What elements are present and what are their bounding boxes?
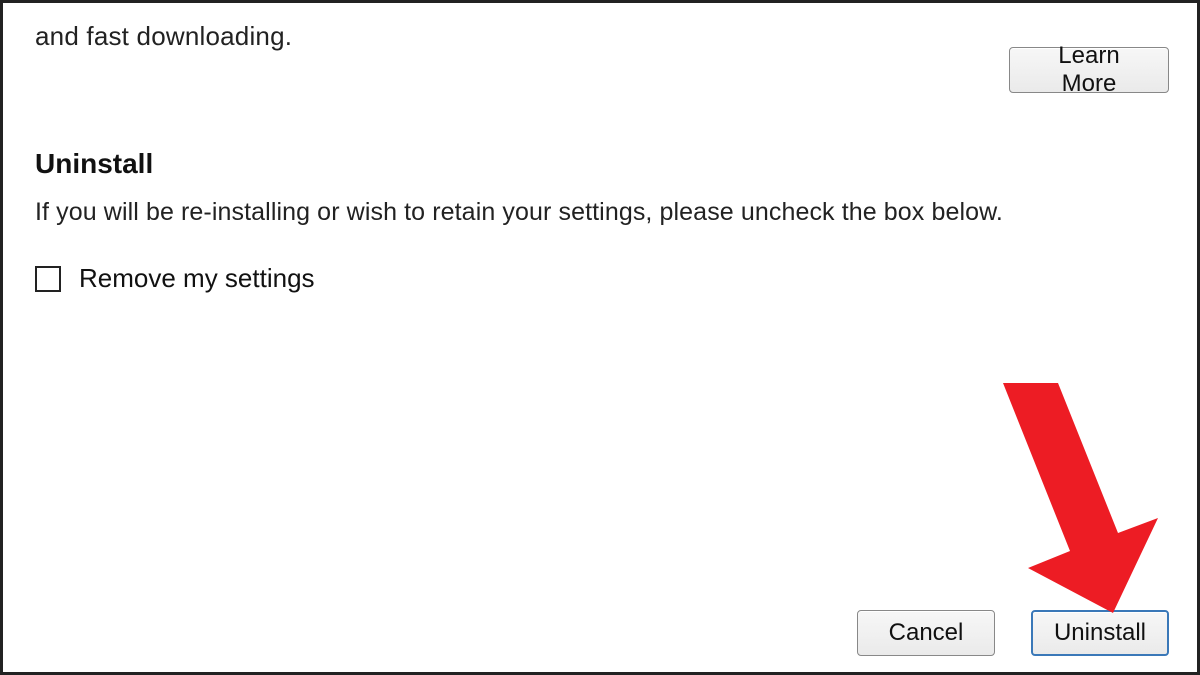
- dialog-button-bar: Cancel Uninstall: [857, 610, 1169, 656]
- instruction-arrow-icon: [963, 383, 1183, 628]
- learn-more-row: Learn More: [1009, 47, 1169, 93]
- description-fragment: and fast downloading.: [35, 21, 1169, 52]
- uninstall-button[interactable]: Uninstall: [1031, 610, 1169, 656]
- remove-settings-row: Remove my settings: [35, 263, 1169, 294]
- remove-settings-label[interactable]: Remove my settings: [79, 263, 315, 294]
- uninstall-instruction: If you will be re-installing or wish to …: [35, 198, 1169, 227]
- uninstall-dialog-window: and fast downloading. Learn More Uninsta…: [0, 0, 1200, 675]
- uninstall-heading: Uninstall: [35, 148, 1169, 180]
- remove-settings-checkbox[interactable]: [35, 266, 61, 292]
- cancel-button[interactable]: Cancel: [857, 610, 995, 656]
- learn-more-button[interactable]: Learn More: [1009, 47, 1169, 93]
